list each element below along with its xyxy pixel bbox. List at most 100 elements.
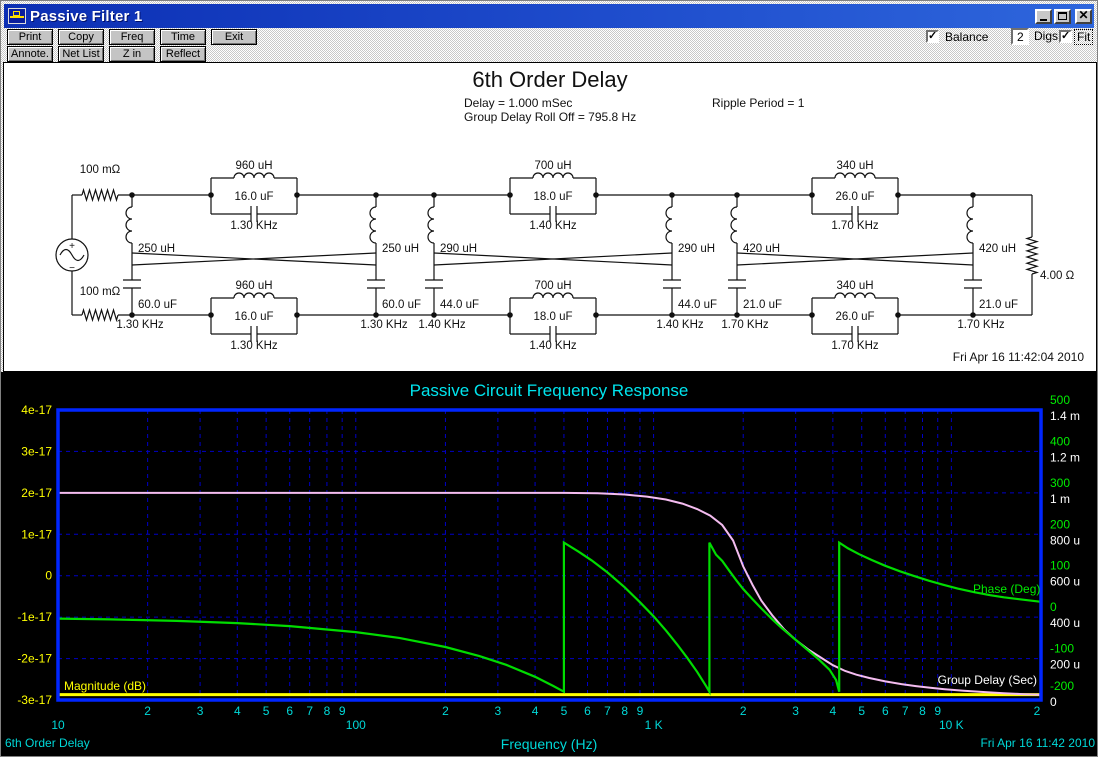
freq-minor-tick-label: 3: [792, 704, 799, 718]
freq-minor-tick-label: 6: [584, 704, 591, 718]
tank-capacitor-label: 16.0 uF: [235, 311, 274, 323]
group-delay-curve: [58, 493, 1041, 695]
magnitude-tick-label: 2e-17: [21, 486, 52, 500]
freq-minor-tick-label: 5: [263, 704, 270, 718]
inductor: [234, 293, 274, 298]
inductor: [533, 293, 573, 298]
shunt-frequency-label: 1.30 KHz: [116, 319, 164, 331]
freq-major-tick-label: 1 K: [645, 718, 663, 732]
freq-minor-tick-label: 7: [604, 704, 611, 718]
schematic-title: 6th Order Delay: [4, 67, 1096, 93]
freq-minor-tick-label: 3: [495, 704, 502, 718]
shunt-frequency-label: 1.40 KHz: [418, 319, 466, 331]
shunt-capacitor-label: 44.0 uF: [440, 299, 479, 311]
chart-root: Passive Circuit Frequency Response4e-173…: [5, 381, 1095, 752]
shunt-inductor-label: 290 uH: [678, 243, 715, 255]
freq-minor-tick-label: 5: [858, 704, 865, 718]
magnitude-tick-label: 4e-17: [21, 403, 52, 417]
phase-tick-label: 0: [1050, 600, 1057, 614]
tank-inductor-label: 340 uH: [836, 280, 873, 292]
app-window: Passive Filter 1 ✕ Print Copy Freq Time …: [0, 0, 1098, 757]
shunt-capacitor-label: 21.0 uF: [979, 299, 1018, 311]
digs-input[interactable]: [1011, 28, 1029, 45]
time-button[interactable]: Time: [160, 29, 206, 45]
inductor: [234, 173, 274, 178]
zin-button[interactable]: Z in: [109, 46, 155, 62]
magnitude-tick-label: 3e-17: [21, 444, 52, 458]
inductor: [126, 207, 132, 243]
exit-button[interactable]: Exit: [211, 29, 257, 45]
schematic-timestamp: Fri Apr 16 11:42:04 2010: [953, 350, 1084, 364]
freq-minor-tick-label: 2: [442, 704, 449, 718]
copy-button[interactable]: Copy: [58, 29, 104, 45]
shunt-capacitor-label: 21.0 uF: [743, 299, 782, 311]
rolloff-spec: Group Delay Roll Off = 795.8 Hz: [464, 110, 636, 124]
reflect-button[interactable]: Reflect: [160, 46, 206, 62]
freq-major-tick-label: 10 K: [939, 718, 964, 732]
print-button[interactable]: Print: [7, 29, 53, 45]
tank-capacitor-label: 18.0 uF: [534, 311, 573, 323]
load-resistor-label: 4.00 Ω: [1040, 270, 1075, 282]
inductor: [666, 207, 672, 243]
title-bar: Passive Filter 1 ✕: [4, 4, 1094, 28]
phase-series-label: Phase (Deg): [973, 582, 1040, 596]
resistor: [82, 310, 118, 320]
phase-tick-label: 400: [1050, 434, 1070, 448]
minimize-button[interactable]: [1035, 9, 1052, 24]
ripple-period-spec: Ripple Period = 1: [712, 96, 804, 110]
tank-capacitor-label: 16.0 uF: [235, 191, 274, 203]
group-delay-series-label: Group Delay (Sec): [938, 673, 1037, 687]
shunt-frequency-label: 1.70 KHz: [957, 319, 1005, 331]
x-axis-label: Frequency (Hz): [501, 736, 597, 752]
phase-tick-label: -200: [1050, 679, 1074, 693]
balance-label: Balance: [945, 30, 988, 44]
shunt-capacitor-label: 60.0 uF: [138, 299, 177, 311]
freq-minor-tick-label: 5: [561, 704, 568, 718]
freq-button[interactable]: Freq: [109, 29, 155, 45]
window-title: Passive Filter 1: [30, 8, 142, 25]
chart-footer-left: 6th Order Delay: [5, 736, 90, 750]
freq-minor-tick-label: 8: [621, 704, 628, 718]
maximize-button[interactable]: [1054, 9, 1071, 24]
tank-capacitor-label: 26.0 uF: [836, 311, 875, 323]
freq-minor-tick-label: 8: [324, 704, 331, 718]
maximize-icon: [1058, 12, 1067, 20]
tank-inductor-label: 700 uH: [534, 280, 571, 292]
annotate-button[interactable]: Annote.: [7, 46, 53, 62]
close-button[interactable]: ✕: [1075, 9, 1092, 24]
shunt-inductor-label: 420 uH: [979, 243, 1016, 255]
netlist-button[interactable]: Net List: [58, 46, 104, 62]
app-icon: [8, 8, 26, 24]
circuit: +−100 mΩ100 mΩ250 uH60.0 uF1.30 KHz250 u…: [56, 160, 1075, 352]
balance-checkbox[interactable]: ✓: [926, 30, 939, 43]
delay-spec: Delay = 1.000 mSec: [464, 96, 572, 110]
tank-inductor-label: 960 uH: [235, 160, 272, 172]
freq-minor-tick-label: 2: [144, 704, 151, 718]
delay-tick-label: 600 u: [1050, 575, 1080, 589]
chart-panel: Passive Circuit Frequency Response4e-173…: [1, 372, 1098, 757]
inductor: [428, 207, 434, 243]
phase-tick-label: -100: [1050, 642, 1074, 656]
tank-capacitor-label: 26.0 uF: [836, 191, 875, 203]
shunt-capacitor-label: 44.0 uF: [678, 299, 717, 311]
freq-major-tick-label: 10: [51, 718, 65, 732]
resistor: [82, 190, 118, 200]
freq-minor-tick-label: 7: [902, 704, 909, 718]
freq-minor-tick-label: 6: [882, 704, 889, 718]
phase-tick-label: 500: [1050, 393, 1070, 407]
frequency-response-chart: Passive Circuit Frequency Response4e-173…: [1, 372, 1098, 757]
shunt-inductor-label: 250 uH: [382, 243, 419, 255]
magnitude-series-label: Magnitude (dB): [64, 679, 146, 693]
tank-frequency-label: 1.70 KHz: [831, 340, 879, 352]
tank-frequency-label: 1.30 KHz: [230, 340, 278, 352]
delay-tick-label: 1.4 m: [1050, 409, 1080, 423]
inductor: [835, 293, 875, 298]
magnitude-tick-label: -2e-17: [17, 652, 52, 666]
freq-minor-tick-label: 4: [234, 704, 241, 718]
fit-checkbox[interactable]: ✓: [1059, 30, 1072, 43]
inductor: [835, 173, 875, 178]
freq-minor-tick-label: 4: [532, 704, 539, 718]
freq-minor-tick-label: 2: [740, 704, 747, 718]
magnitude-tick-label: -3e-17: [17, 693, 52, 707]
phase-tick-label: 100: [1050, 559, 1070, 573]
